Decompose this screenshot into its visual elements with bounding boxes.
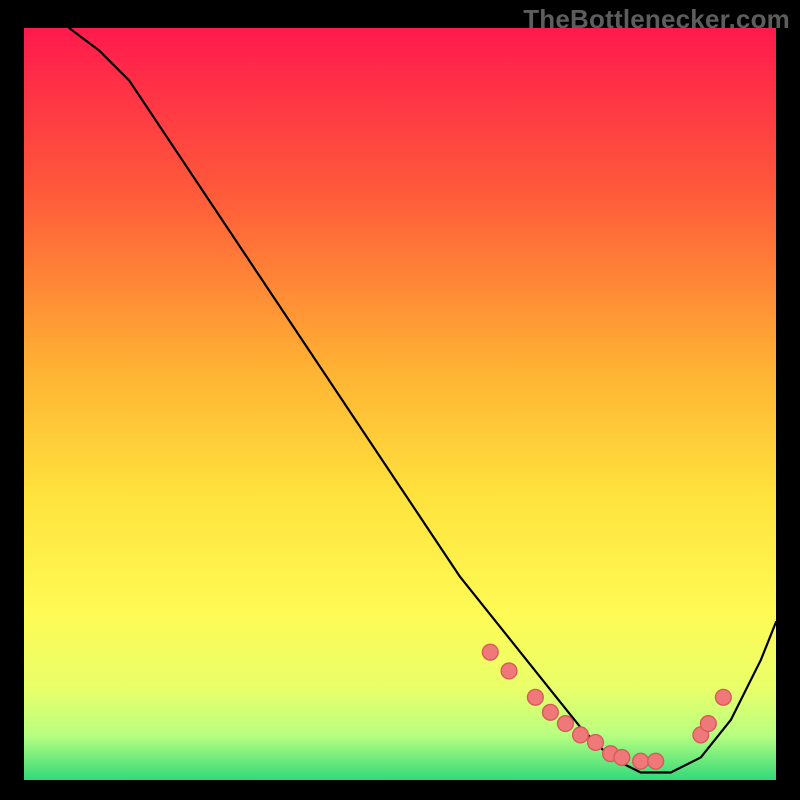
highlight-point <box>614 750 630 766</box>
highlight-point <box>588 735 604 751</box>
chart-frame: TheBottlenecker.com <box>0 0 800 800</box>
highlight-point <box>527 689 543 705</box>
highlight-point <box>715 689 731 705</box>
highlight-point <box>501 663 517 679</box>
gradient-background <box>24 28 776 780</box>
plot-area <box>24 28 776 780</box>
highlight-point <box>700 716 716 732</box>
plot-svg <box>24 28 776 780</box>
highlight-point <box>633 753 649 769</box>
highlight-point <box>573 727 589 743</box>
highlight-point <box>543 704 559 720</box>
highlight-point <box>558 716 574 732</box>
highlight-point <box>648 753 664 769</box>
highlight-point <box>482 644 498 660</box>
